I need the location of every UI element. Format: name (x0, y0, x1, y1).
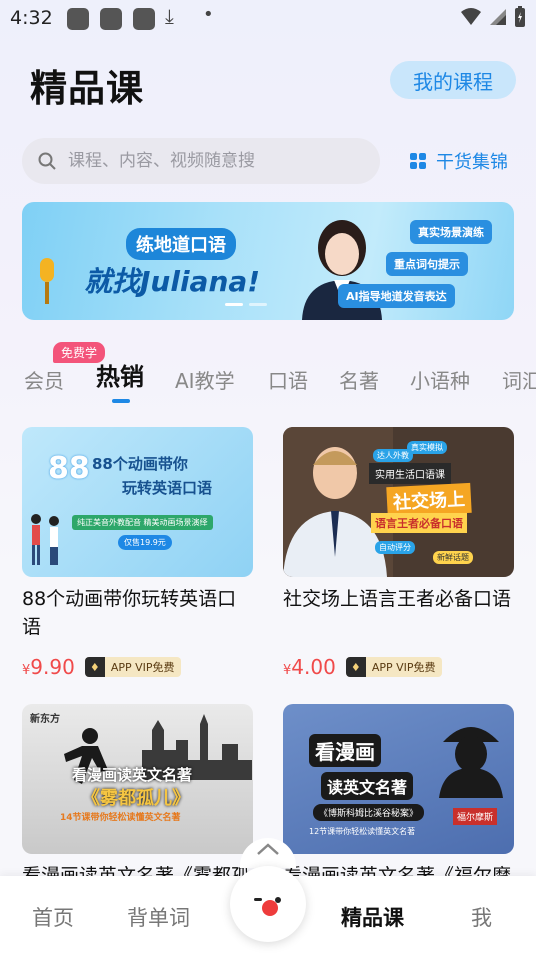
course-price: ¥9.90 (22, 655, 75, 679)
course-price: ¥4.00 (283, 655, 336, 679)
course-cover: 88 88个动画带你 玩转英语口语 纯正美音外教配音 精美动画场景演绎 仅售19… (22, 427, 253, 577)
notification-icon (133, 8, 155, 30)
notification-icon (67, 8, 89, 30)
tab-vocabulary[interactable]: 词汇 (502, 365, 536, 394)
tab-minor-languages[interactable]: 小语种 (410, 365, 470, 394)
price-row: ¥9.90 ♦ APP VIP免费 (22, 655, 253, 679)
cover-tag: 自动评分 (375, 541, 415, 554)
carousel-dot (225, 303, 243, 306)
cover-tag: 达人外教 (373, 449, 413, 462)
course-cover: 新东方 看漫画读英文名著 《雾都孤儿》 14节课带你轻松读懂英文名著 (22, 704, 253, 854)
vip-free-badge: ♦ APP VIP免费 (345, 657, 442, 677)
battery-icon (515, 6, 525, 27)
tab-hot[interactable]: 热销 (96, 357, 144, 392)
banner-tag: AI指导地道发音表达 (338, 284, 455, 308)
carousel-indicator (225, 303, 267, 306)
course-cover: 看漫画 读英文名著 《博斯科姆比溪谷秘案》 12节课带你轻松读懂英文名著 福尔摩… (283, 704, 514, 854)
nav-premium-courses[interactable]: 精品课 (341, 902, 404, 932)
nav-vocabulary[interactable]: 背单词 (127, 902, 190, 932)
cover-tag: 真实模拟 (407, 441, 447, 454)
search-icon (38, 152, 56, 170)
microphone-icon (40, 258, 54, 304)
cover-line: 实用生活口语课 (369, 463, 451, 484)
vip-icon: ♦ (84, 657, 105, 677)
search-bar[interactable] (22, 138, 380, 184)
promo-banner[interactable]: 练地道口语 就找Juliana! 真实场景演练 重点词句提示 AI指导地道发音表… (22, 202, 514, 320)
cover-subtitle: 14节课带你轻松读懂英文名著 (60, 813, 181, 823)
course-title: 88个动画带你玩转英语口语 (22, 588, 237, 638)
my-courses-button[interactable]: 我的课程 (390, 61, 516, 99)
goods-collection-label: 干货集锦 (436, 152, 508, 173)
wifi-icon (461, 8, 481, 25)
notification-icon (100, 8, 122, 30)
cover-line: 语言王者必备口语 (371, 513, 467, 533)
cover-line: 看漫画读英文名著 (72, 766, 193, 784)
banner-tag: 真实场景演练 (410, 220, 492, 244)
tab-speaking[interactable]: 口语 (268, 365, 308, 394)
cover-line: 88个动画带你 (92, 455, 188, 473)
cover-subtitle: 12节课带你轻松读懂英文名著 (309, 827, 416, 836)
page-title: 精品课 (30, 67, 144, 110)
tab-ai[interactable]: AI教学 (175, 365, 235, 394)
cover-tag: 福尔摩斯 (453, 808, 498, 825)
cover-line: 看漫画 (309, 734, 381, 767)
course-title: 社交场上语言王者必备口语 (283, 588, 512, 610)
cover-subtitle: 纯正美音外教配音 精美动画场景演绎 (72, 515, 213, 530)
vip-free-badge: ♦ APP VIP免费 (84, 657, 181, 677)
cover-tag: 新鲜话题 (433, 551, 473, 564)
nav-me[interactable]: 我 (471, 902, 492, 932)
banner-tag: 重点词句提示 (386, 252, 468, 276)
cover-subtitle: 《博斯科姆比溪谷秘案》 (313, 804, 425, 821)
cover-line: 读英文名著 (321, 772, 414, 800)
vip-icon: ♦ (345, 657, 366, 677)
center-action-button[interactable] (230, 866, 306, 942)
price-row: ¥4.00 ♦ APP VIP免费 (283, 655, 514, 679)
illustration-people (31, 514, 59, 565)
banner-headline: 练地道口语 (126, 228, 236, 260)
banner-subheadline: 就找Juliana! (84, 265, 261, 298)
cover-line: 玩转英语口语 (122, 479, 213, 497)
grid-icon (410, 153, 426, 169)
detective-illustration (439, 727, 503, 798)
status-bar: 4:32 ⤓ • (0, 0, 536, 36)
status-time: 4:32 (10, 7, 53, 29)
tab-member[interactable]: 会员 (24, 365, 64, 394)
course-card[interactable]: 实用生活口语课 社交场上 语言王者必备口语 真实模拟 达人外教 自动评分 新鲜话… (283, 427, 514, 679)
signal-icon (490, 9, 506, 25)
nav-home[interactable]: 首页 (32, 902, 74, 932)
cover-line: 《雾都孤儿》 (82, 788, 190, 809)
active-tab-indicator (112, 399, 130, 403)
mascot-icon (240, 876, 296, 932)
publisher-logo: 新东方 (30, 714, 60, 725)
chevron-up-icon (257, 843, 279, 855)
cover-price-tag: 仅售19.9元 (118, 535, 172, 550)
carousel-dot (249, 303, 267, 306)
course-cover: 实用生活口语课 社交场上 语言王者必备口语 真实模拟 达人外教 自动评分 新鲜话… (283, 427, 514, 577)
tab-classics[interactable]: 名著 (339, 365, 379, 394)
search-input[interactable] (68, 151, 348, 171)
goods-collection-link[interactable]: 干货集锦 (410, 148, 508, 174)
category-tabs: 会员 热销 AI教学 口语 名著 小语种 词汇 (0, 360, 536, 404)
download-icon: ⤓ (165, 4, 174, 28)
more-dot-icon: • (203, 4, 214, 25)
course-card[interactable]: 88 88个动画带你 玩转英语口语 纯正美音外教配音 精美动画场景演绎 仅售19… (22, 427, 253, 679)
